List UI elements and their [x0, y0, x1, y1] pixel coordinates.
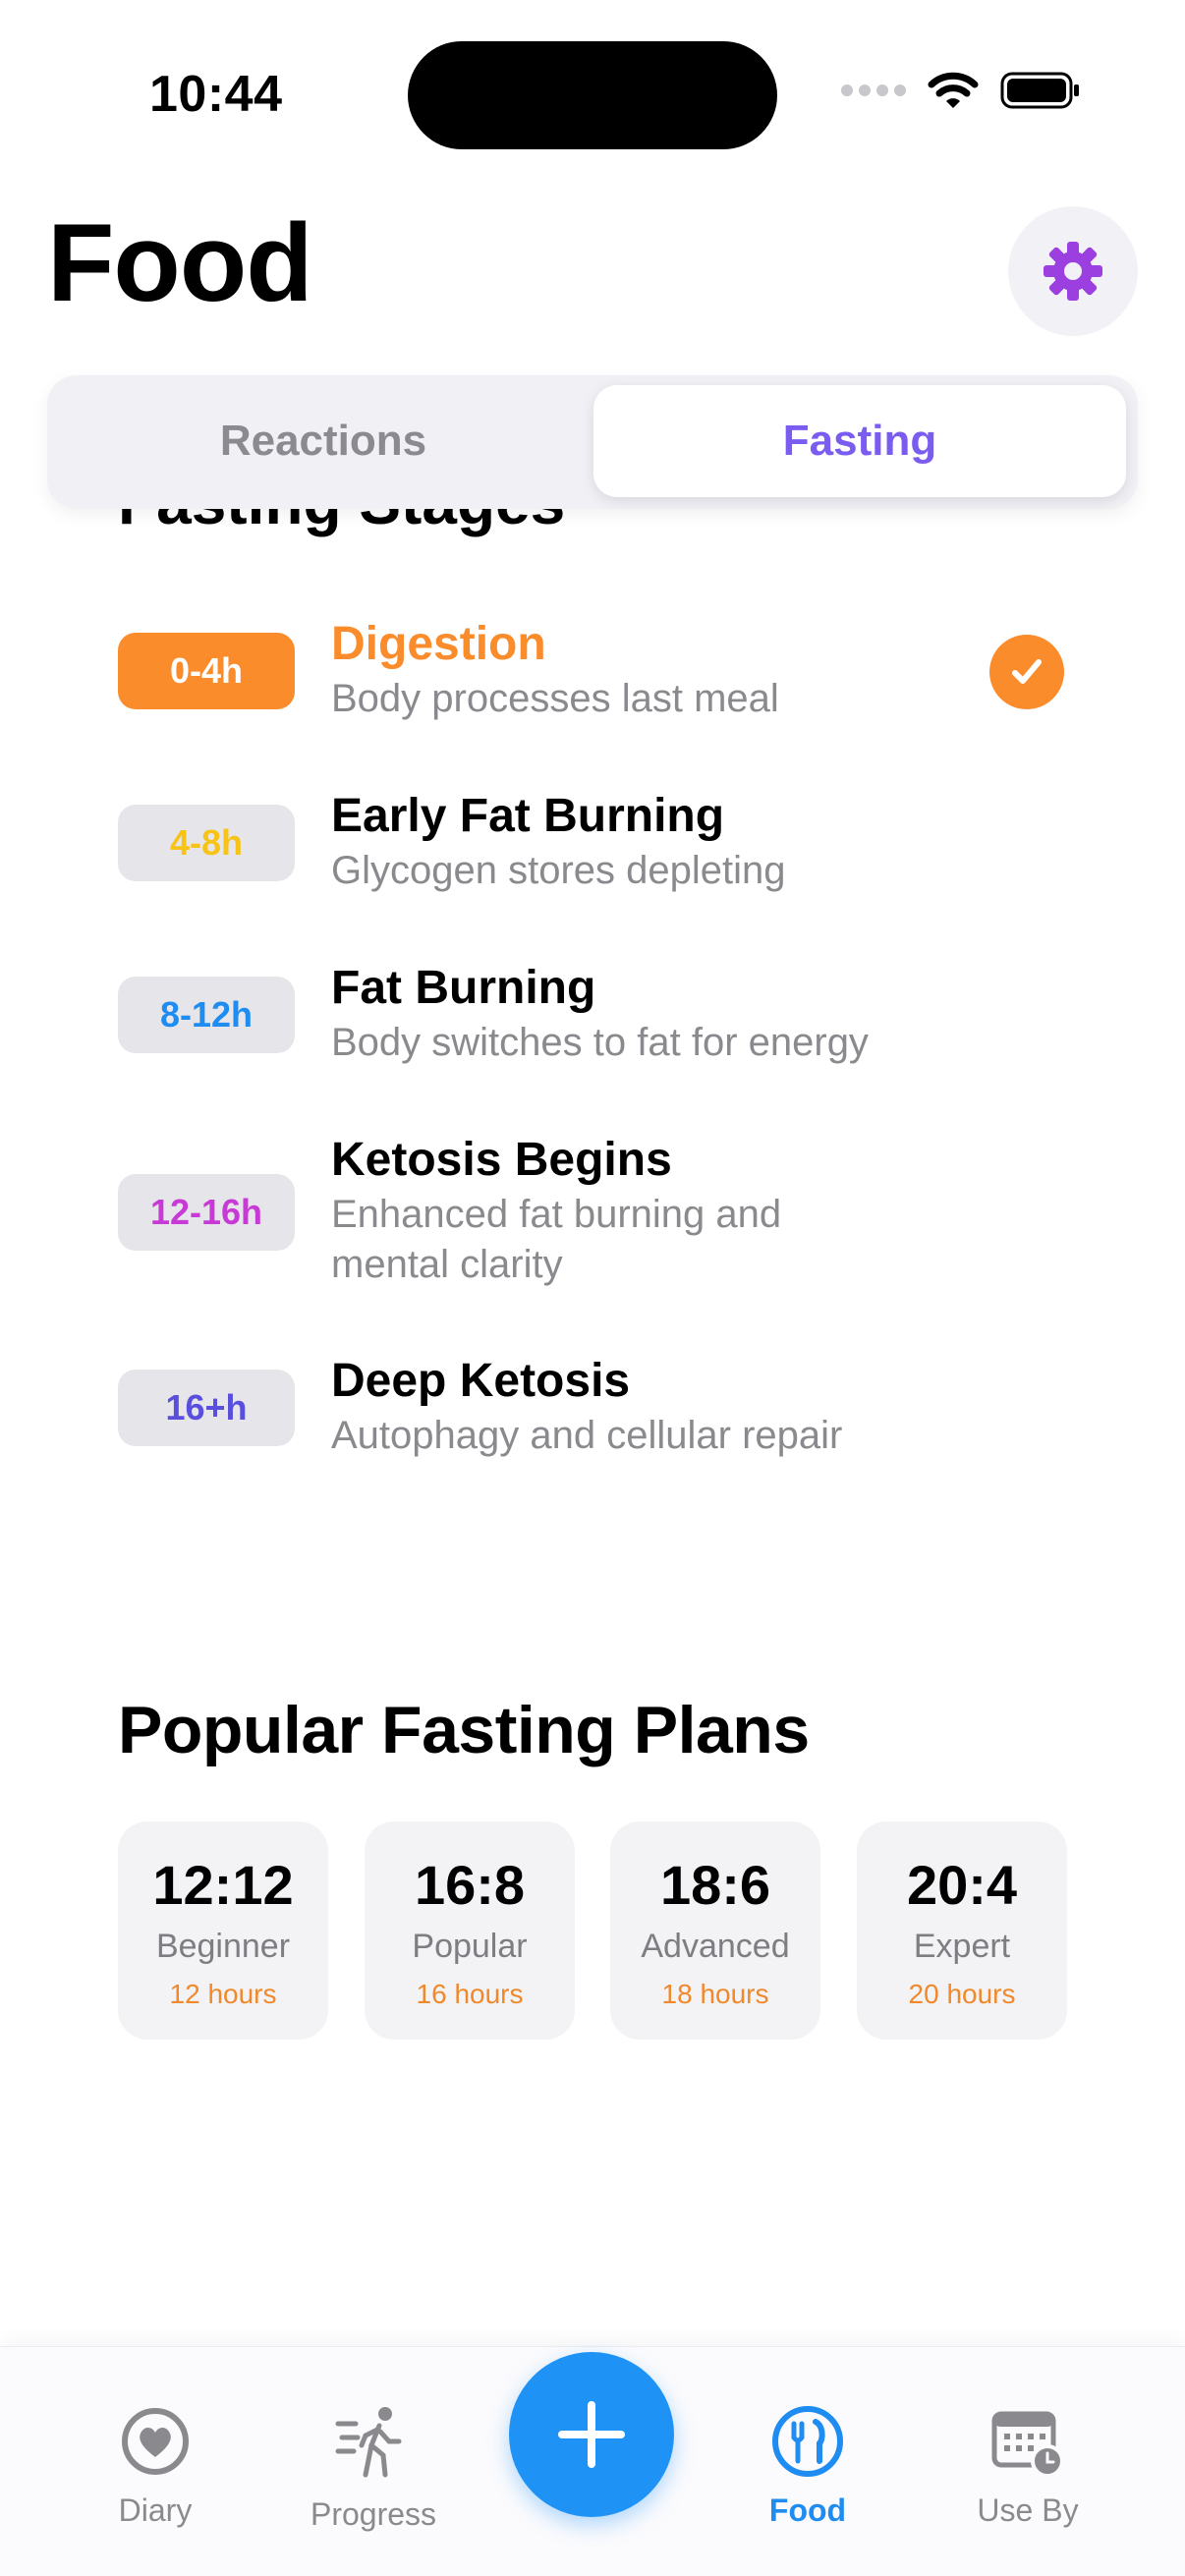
stage-name: Deep Ketosis [331, 1355, 631, 1407]
stage-name: Early Fat Burning [331, 790, 725, 842]
stage-range-pill: 8-12h [118, 977, 295, 1053]
tab-label: Diary [118, 2492, 193, 2528]
walking-figure-icon [334, 2402, 413, 2481]
wifi-icon [928, 72, 979, 108]
status-time: 10:44 [149, 66, 283, 123]
heart-icon [116, 2402, 195, 2481]
segment-fasting[interactable]: Fasting [593, 385, 1126, 497]
stage-text: Deep Ketosis Autophagy and cellular repa… [331, 1352, 960, 1461]
cellular-signal-icon [841, 84, 906, 96]
stage-text: Fat Burning Body switches to fat for ene… [331, 959, 960, 1068]
add-button[interactable] [509, 2352, 674, 2517]
plan-ratio: 20:4 [906, 1854, 1018, 1916]
stage-row: 12-16h Ketosis Begins Enhanced fat burni… [118, 1131, 1071, 1298]
plan-hours: 16 hours [416, 1979, 524, 2009]
plan-card[interactable]: 16:8 Popular 16 hours [365, 1821, 575, 2040]
stages-heading-clip: Fasting Stages [0, 509, 1185, 556]
status-indicators [841, 71, 1081, 110]
stage-description: Enhanced fat burning and mental clarity [331, 1193, 782, 1286]
stage-text: Digestion Body processes last meal [331, 615, 960, 724]
tab-use-by[interactable]: Use By [930, 2347, 1126, 2576]
tab-progress[interactable]: Progress [275, 2347, 472, 2576]
tab-food[interactable]: Food [709, 2347, 906, 2576]
dynamic-island [408, 41, 777, 149]
plan-ratio: 18:6 [659, 1854, 771, 1916]
plan-hours: 12 hours [169, 1979, 277, 2009]
plan-hours: 20 hours [908, 1979, 1016, 2009]
active-stage-check [989, 635, 1064, 709]
plan-card[interactable]: 18:6 Advanced 18 hours [610, 1821, 820, 2040]
tab-label: Food [768, 2492, 847, 2528]
stage-row: 0-4h Digestion Body processes last meal [118, 615, 1071, 733]
plan-level: Popular [412, 1928, 528, 1965]
gear-icon [1044, 242, 1102, 301]
screen: 10:44 Food Reactions Fasting 0-4h Digest… [0, 0, 1185, 2576]
battery-icon [1000, 72, 1079, 109]
stage-text: Early Fat Burning Glycogen stores deplet… [331, 787, 960, 896]
fork-knife-icon [768, 2402, 847, 2481]
plan-level: Beginner [155, 1928, 291, 1965]
fasting-stages-heading: Fasting Stages [118, 509, 565, 538]
stage-name: Fat Burning [331, 962, 596, 1014]
segment-reactions[interactable]: Reactions [57, 385, 590, 497]
plan-card[interactable]: 12:12 Beginner 12 hours [118, 1821, 328, 2040]
stage-row: 16+h Deep Ketosis Autophagy and cellular… [118, 1352, 1071, 1470]
stage-description: Body switches to fat for energy [331, 1021, 869, 1064]
stage-range-pill: 12-16h [118, 1174, 295, 1251]
stage-range-pill: 16+h [118, 1370, 295, 1446]
tab-label: Use By [977, 2492, 1079, 2528]
stage-row: 8-12h Fat Burning Body switches to fat f… [118, 959, 1071, 1077]
plan-card[interactable]: 20:4 Expert 20 hours [857, 1821, 1067, 2040]
page-title: Food [47, 201, 313, 324]
plan-hours: 18 hours [661, 1979, 769, 2009]
stage-name: Digestion [331, 618, 546, 670]
stage-text: Ketosis Begins Enhanced fat burning and … [331, 1131, 881, 1290]
plan-ratio: 16:8 [414, 1854, 526, 1916]
tab-diary[interactable]: Diary [57, 2347, 254, 2576]
plan-ratio: 12:12 [152, 1854, 294, 1916]
stage-name: Ketosis Begins [331, 1134, 672, 1186]
popular-plans-heading: Popular Fasting Plans [118, 1693, 810, 1767]
stage-row: 4-8h Early Fat Burning Glycogen stores d… [118, 787, 1071, 905]
stage-description: Autophagy and cellular repair [331, 1414, 843, 1457]
stage-range-pill: 0-4h [118, 633, 295, 709]
plan-level: Expert [913, 1928, 1011, 1965]
stage-description: Body processes last meal [331, 677, 779, 720]
segmented-control: Reactions Fasting [47, 375, 1138, 509]
plus-icon [558, 2401, 625, 2468]
tab-label: Progress [310, 2496, 437, 2532]
stage-description: Glycogen stores depleting [331, 849, 786, 892]
plan-level: Advanced [641, 1928, 790, 1965]
stage-range-pill: 4-8h [118, 805, 295, 881]
calendar-clock-icon [988, 2402, 1067, 2481]
settings-button[interactable] [1008, 206, 1138, 336]
checkmark-icon [1012, 659, 1042, 684]
